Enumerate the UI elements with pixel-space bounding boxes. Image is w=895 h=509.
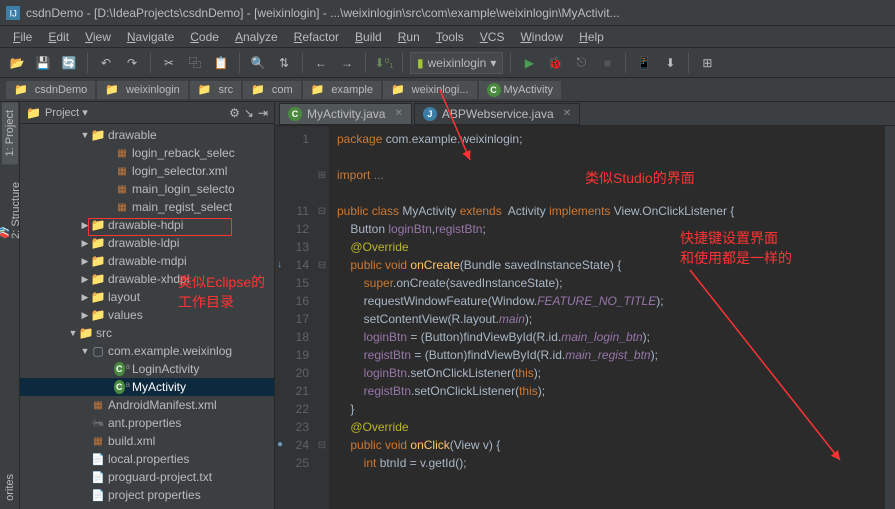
project-view-dropdown[interactable]: Project ▾ bbox=[45, 106, 88, 119]
tree-node[interactable]: ▼📁src bbox=[20, 324, 274, 342]
close-tab-icon[interactable]: ✕ bbox=[563, 108, 571, 119]
copy-icon[interactable]: ⿻ bbox=[184, 52, 206, 74]
tree-node[interactable]: ▼📁drawable bbox=[20, 126, 274, 144]
forward-icon[interactable]: → bbox=[336, 52, 358, 74]
menu-edit[interactable]: Edit bbox=[41, 28, 76, 46]
menu-navigate[interactable]: Navigate bbox=[120, 28, 181, 46]
project-panel-header: 📁 Project ▾ ⚙ ↘ ⇥ bbox=[20, 102, 274, 124]
structure-vtab[interactable]: 📚2: Structure bbox=[0, 174, 24, 247]
save-icon[interactable]: 💾 bbox=[32, 52, 54, 74]
menu-tools[interactable]: Tools bbox=[429, 28, 471, 46]
make-icon[interactable]: ⬇⁰₁ bbox=[373, 52, 395, 74]
back-icon[interactable]: ← bbox=[310, 52, 332, 74]
menu-help[interactable]: Help bbox=[572, 28, 611, 46]
tree-node[interactable]: ▶📁values bbox=[20, 306, 274, 324]
breadcrumb-item[interactable]: 📁csdnDemo bbox=[6, 81, 95, 99]
attach-icon[interactable]: ⎋ bbox=[570, 52, 592, 74]
tree-node[interactable]: ▦main_login_selecto bbox=[20, 180, 274, 198]
tree-node[interactable]: ▦main_regist_select bbox=[20, 198, 274, 216]
toolbar: 📂 💾 🔄 ↶ ↷ ✂ ⿻ 📋 🔍 ⇅ ← → ⬇⁰₁ ▮ weixinlogi… bbox=[0, 48, 895, 78]
title-bar: IJ csdnDemo - [D:\IdeaProjects\csdnDemo]… bbox=[0, 0, 895, 26]
tree-node[interactable]: CaLoginActivity bbox=[20, 360, 274, 378]
menu-view[interactable]: View bbox=[78, 28, 118, 46]
left-tool-strip: 1: Project 📚2: Structure orites bbox=[0, 102, 20, 509]
run-config-dropdown[interactable]: ▮ weixinlogin ▾ bbox=[410, 52, 503, 74]
tree-node[interactable]: ▶📁layout bbox=[20, 288, 274, 306]
run-icon[interactable]: ▶ bbox=[518, 52, 540, 74]
open-icon[interactable]: 📂 bbox=[6, 52, 28, 74]
svg-text:IJ: IJ bbox=[10, 8, 18, 19]
replace-icon[interactable]: ⇅ bbox=[273, 52, 295, 74]
hide-icon[interactable]: ⇥ bbox=[258, 106, 268, 120]
breadcrumb-item[interactable]: 📁src bbox=[190, 81, 241, 99]
tree-node[interactable]: CaMyActivity bbox=[20, 378, 274, 396]
code-editor[interactable]: package com.example.weixinlogin;import .… bbox=[329, 126, 885, 509]
editor-tab[interactable]: CMyActivity.java✕ bbox=[279, 103, 412, 125]
menu-code[interactable]: Code bbox=[183, 28, 226, 46]
sdk-icon[interactable]: ⬇ bbox=[659, 52, 681, 74]
breadcrumb-bar: 📁csdnDemo📁weixinlogin📁src📁com📁example📁we… bbox=[0, 78, 895, 102]
tree-node[interactable]: 📄proguard-project.txt bbox=[20, 468, 274, 486]
menu-file[interactable]: File bbox=[6, 28, 39, 46]
android-icon: ▮ bbox=[417, 56, 424, 70]
close-tab-icon[interactable]: ✕ bbox=[394, 108, 402, 119]
menu-bar: FileEditViewNavigateCodeAnalyzeRefactorB… bbox=[0, 26, 895, 48]
project-tree[interactable]: ▼📁drawable▦login_reback_selec▦login_sele… bbox=[20, 124, 274, 509]
cut-icon[interactable]: ✂ bbox=[158, 52, 180, 74]
menu-run[interactable]: Run bbox=[391, 28, 427, 46]
breadcrumb-item[interactable]: 📁weixinlogi... bbox=[383, 81, 477, 99]
tree-node[interactable]: ▼▢com.example.weixinlog bbox=[20, 342, 274, 360]
menu-window[interactable]: Window bbox=[513, 28, 570, 46]
gear-icon[interactable]: ⚙ bbox=[229, 106, 240, 120]
tree-node[interactable]: ▶📁drawable-mdpi bbox=[20, 252, 274, 270]
line-number-gutter: 111121314↓15161718192021222324●25 bbox=[275, 126, 315, 509]
tree-node[interactable]: ▦AndroidManifest.xml bbox=[20, 396, 274, 414]
structure-icon[interactable]: ⊞ bbox=[696, 52, 718, 74]
paste-icon[interactable]: 📋 bbox=[210, 52, 232, 74]
menu-refactor[interactable]: Refactor bbox=[287, 28, 346, 46]
editor-area: CMyActivity.java✕JABPWebservice.java✕ 11… bbox=[275, 102, 895, 509]
tree-node[interactable]: 🐜ant.properties bbox=[20, 414, 274, 432]
breadcrumb-item[interactable]: CMyActivity bbox=[479, 81, 562, 99]
menu-vcs[interactable]: VCS bbox=[473, 28, 512, 46]
tree-node[interactable]: ▶📁drawable-xhdpi bbox=[20, 270, 274, 288]
tree-node[interactable]: ▦login_reback_selec bbox=[20, 144, 274, 162]
debug-icon[interactable]: 🐞 bbox=[544, 52, 566, 74]
sync-icon[interactable]: 🔄 bbox=[58, 52, 80, 74]
vertical-scrollbar[interactable] bbox=[885, 126, 895, 509]
project-vtab[interactable]: 1: Project bbox=[2, 102, 18, 164]
tree-node[interactable]: ▦build.xml bbox=[20, 432, 274, 450]
app-icon: IJ bbox=[6, 6, 20, 20]
run-config-label: weixinlogin bbox=[428, 56, 487, 70]
tree-node[interactable]: 📄local.properties bbox=[20, 450, 274, 468]
editor-tabs: CMyActivity.java✕JABPWebservice.java✕ bbox=[275, 102, 895, 126]
breadcrumb-item[interactable]: 📁example bbox=[303, 81, 381, 99]
favorites-vtab[interactable]: orites bbox=[2, 466, 18, 509]
tree-node[interactable]: ▶📁drawable-ldpi bbox=[20, 234, 274, 252]
redo-icon[interactable]: ↷ bbox=[121, 52, 143, 74]
tree-node[interactable]: ▦login_selector.xml bbox=[20, 162, 274, 180]
menu-analyze[interactable]: Analyze bbox=[228, 28, 285, 46]
menu-build[interactable]: Build bbox=[348, 28, 389, 46]
breadcrumb-item[interactable]: 📁com bbox=[243, 81, 300, 99]
tree-node[interactable]: ▶📁drawable-hdpi bbox=[20, 216, 274, 234]
find-icon[interactable]: 🔍 bbox=[247, 52, 269, 74]
folder-icon: 📁 bbox=[26, 106, 41, 120]
breadcrumb-item[interactable]: 📁weixinlogin bbox=[97, 81, 188, 99]
editor-tab[interactable]: JABPWebservice.java✕ bbox=[414, 103, 580, 125]
stop-icon[interactable]: ■ bbox=[596, 52, 618, 74]
undo-icon[interactable]: ↶ bbox=[95, 52, 117, 74]
project-panel: 📁 Project ▾ ⚙ ↘ ⇥ ▼📁drawable▦login_rebac… bbox=[20, 102, 275, 509]
collapse-icon[interactable]: ↘ bbox=[244, 106, 254, 120]
window-title: csdnDemo - [D:\IdeaProjects\csdnDemo] - … bbox=[26, 6, 620, 20]
avd-icon[interactable]: 📱 bbox=[633, 52, 655, 74]
tree-node[interactable]: 📄project properties bbox=[20, 486, 274, 504]
fold-column[interactable]: ⊞⊟⊟⊟ bbox=[315, 126, 329, 509]
chevron-down-icon: ▾ bbox=[490, 56, 496, 70]
